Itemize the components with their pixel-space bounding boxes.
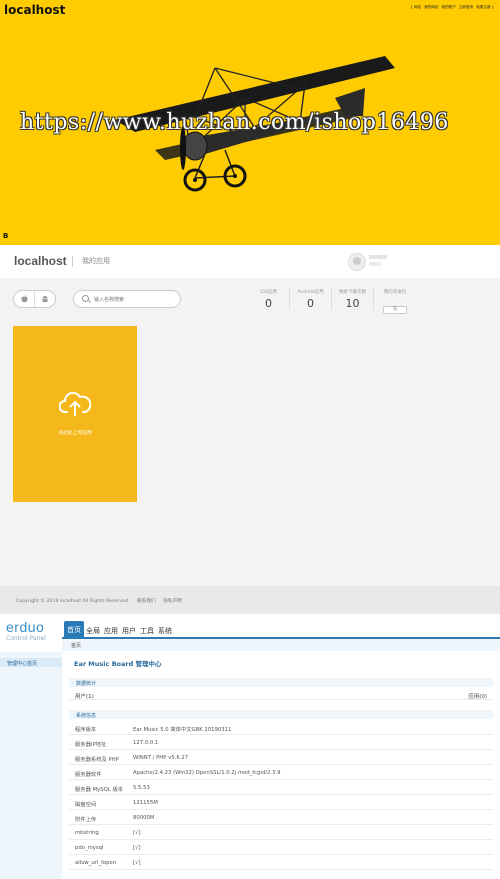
table-row: 磁盘空间 121155M <box>69 796 493 810</box>
app-header: localhost 我的应用 <box>0 245 500 278</box>
breadcrumb[interactable]: 首页 <box>62 639 500 651</box>
watermark-url: https://www.huzhan.com/ishop16496 <box>20 110 449 135</box>
nav-tab-apps[interactable]: 应用 <box>102 624 120 638</box>
table-row: allow_url_fopen [√] <box>69 856 493 870</box>
row-value: 127.0.0.1 <box>133 740 159 746</box>
row-key: 服务器 MySQL 版本 <box>75 787 124 793</box>
search-icon[interactable] <box>82 295 89 302</box>
os-filter <box>13 290 56 308</box>
upload-app-card[interactable]: 点此处上传应用 <box>13 326 137 502</box>
stat-label: 剩余下载次数 <box>339 290 366 295</box>
username-blur <box>369 262 381 266</box>
top-nav-item[interactable]: 立即登录 <box>459 5 473 10</box>
site-brand[interactable]: localhost <box>4 3 65 17</box>
admin-sidebar: 管理中心首页 <box>0 652 62 879</box>
search-box <box>73 290 181 308</box>
row-value: [√] <box>133 830 141 836</box>
top-nav-item[interactable]: { 网站 <box>410 5 421 10</box>
row-key: 服务器系统及 PHP <box>75 757 119 763</box>
row-value: [√] <box>133 860 141 866</box>
admin-logo[interactable]: erduo Control Panel <box>6 620 46 643</box>
stat-label: Android应用 <box>297 290 324 295</box>
row-value: Apache/2.4.23 (Win32) OpenSSL/1.0.2j mod… <box>133 770 281 776</box>
cloud-upload-icon <box>59 391 91 416</box>
search-input[interactable] <box>92 293 178 306</box>
app-footer: Copyright © 2019 localhost All Rights Re… <box>0 586 500 614</box>
stat-label: 我的充值包 <box>383 290 407 295</box>
row-value: 121155M <box>133 800 158 806</box>
page-title: Ear Music Board 管理中心 <box>74 660 162 668</box>
row-value: 5.5.53 <box>133 785 150 791</box>
stat-recharge: 我的充值包 充 <box>374 288 416 314</box>
admin-panel: erduo Control Panel 首页 全局 应用 用户 工具 系统 首页… <box>0 614 500 879</box>
sidebar-item-dashboard[interactable]: 管理中心首页 <box>0 658 62 667</box>
upload-label: 点此处上传应用 <box>58 431 92 436</box>
table-row: 附件上传 80000M <box>69 811 493 825</box>
table-row: 服务器软件 Apache/2.4.23 (Win32) OpenSSL/1.0.… <box>69 766 493 780</box>
recharge-button[interactable]: 充 <box>383 306 407 314</box>
privacy-link[interactable]: 隐私声明 <box>163 599 182 604</box>
table-row: 服务器 MySQL 版本 5.5.53 <box>69 781 493 795</box>
row-value: 80000M <box>133 815 155 821</box>
row-value: Ear Music 5.0 简体中文GBK 20190311 <box>133 727 232 733</box>
row-key: 磁盘空间 <box>75 802 97 808</box>
corner-mark: B <box>3 232 9 240</box>
row-key: 程序版本 <box>75 727 97 733</box>
row-key: pdo_mysql <box>75 845 104 851</box>
copyright-text: Copyright © 2019 localhost All Rights Re… <box>16 599 130 604</box>
header-divider <box>72 256 73 267</box>
table-row: pdo_mysql [√] <box>69 841 493 855</box>
stat-value: 0 <box>307 297 314 310</box>
row-value: [√] <box>133 845 141 851</box>
stats-bar: iOS应用 0 Android应用 0 剩余下载次数 10 我的充值包 充 <box>248 288 416 314</box>
hero-banner: localhost { 网站 我的网站 我的账户 立即登录 免费注册 } htt… <box>0 0 500 245</box>
admin-nav: 首页 全局 应用 用户 工具 系统 <box>64 618 174 638</box>
nav-tab-global[interactable]: 全局 <box>84 624 102 638</box>
section-header-stats: 数据统计 <box>69 678 493 687</box>
logo-sub: Control Panel <box>6 635 46 642</box>
app-body: iOS应用 0 Android应用 0 剩余下载次数 10 我的充值包 充 点此… <box>0 278 500 588</box>
nav-tab-tools[interactable]: 工具 <box>138 624 156 638</box>
apple-icon[interactable] <box>14 291 35 307</box>
stat-android: Android应用 0 <box>290 288 332 310</box>
my-apps-link[interactable]: 我的应用 <box>82 256 110 266</box>
table-row: mbstring [√] <box>69 826 493 840</box>
avatar[interactable] <box>348 253 366 271</box>
contact-link[interactable]: 联系我们 <box>137 599 156 604</box>
row-key: allow_url_fopen <box>75 860 117 866</box>
apps-count-link[interactable]: 应用(0) <box>468 692 487 700</box>
row-key: 服务器IP地址 <box>75 742 107 748</box>
users-count-link[interactable]: 用户(1) <box>75 692 94 700</box>
nav-tab-home[interactable]: 首页 <box>64 621 84 638</box>
top-nav: { 网站 我的网站 我的账户 立即登录 免费注册 } <box>410 5 494 10</box>
table-row: 程序版本 Ear Music 5.0 简体中文GBK 20190311 <box>69 721 493 735</box>
row-key: mbstring <box>75 830 99 836</box>
android-icon[interactable] <box>35 291 55 307</box>
section-header-system: 系统信息 <box>69 710 493 719</box>
stats-row: 用户(1) 应用(0) <box>69 689 493 700</box>
stat-downloads: 剩余下载次数 10 <box>332 288 374 310</box>
row-key: 附件上传 <box>75 817 97 823</box>
table-row: 服务器系统及 PHP WINNT / PHP v5.6.27 <box>69 751 493 765</box>
row-value: WINNT / PHP v5.6.27 <box>133 755 189 761</box>
stat-value: 0 <box>265 297 272 310</box>
stat-ios: iOS应用 0 <box>248 288 290 310</box>
footer-copyright: Copyright © 2019 localhost All Rights Re… <box>16 598 188 604</box>
logo-main: erduo <box>6 619 45 635</box>
app-logo[interactable]: localhost <box>14 254 67 268</box>
top-nav-item[interactable]: 免费注册 } <box>476 5 494 10</box>
row-key: 服务器软件 <box>75 772 102 778</box>
nav-tab-users[interactable]: 用户 <box>120 624 138 638</box>
stat-value: 10 <box>345 297 360 310</box>
username-blur[interactable] <box>369 255 387 259</box>
stat-label: iOS应用 <box>260 290 277 295</box>
top-nav-item[interactable]: 我的账户 <box>441 5 455 10</box>
nav-tab-system[interactable]: 系统 <box>156 624 174 638</box>
table-row: 服务器IP地址 127.0.0.1 <box>69 736 493 750</box>
top-nav-item[interactable]: 我的网站 <box>424 5 438 10</box>
admin-main: Ear Music Board 管理中心 数据统计 用户(1) 应用(0) 系统… <box>62 652 500 879</box>
